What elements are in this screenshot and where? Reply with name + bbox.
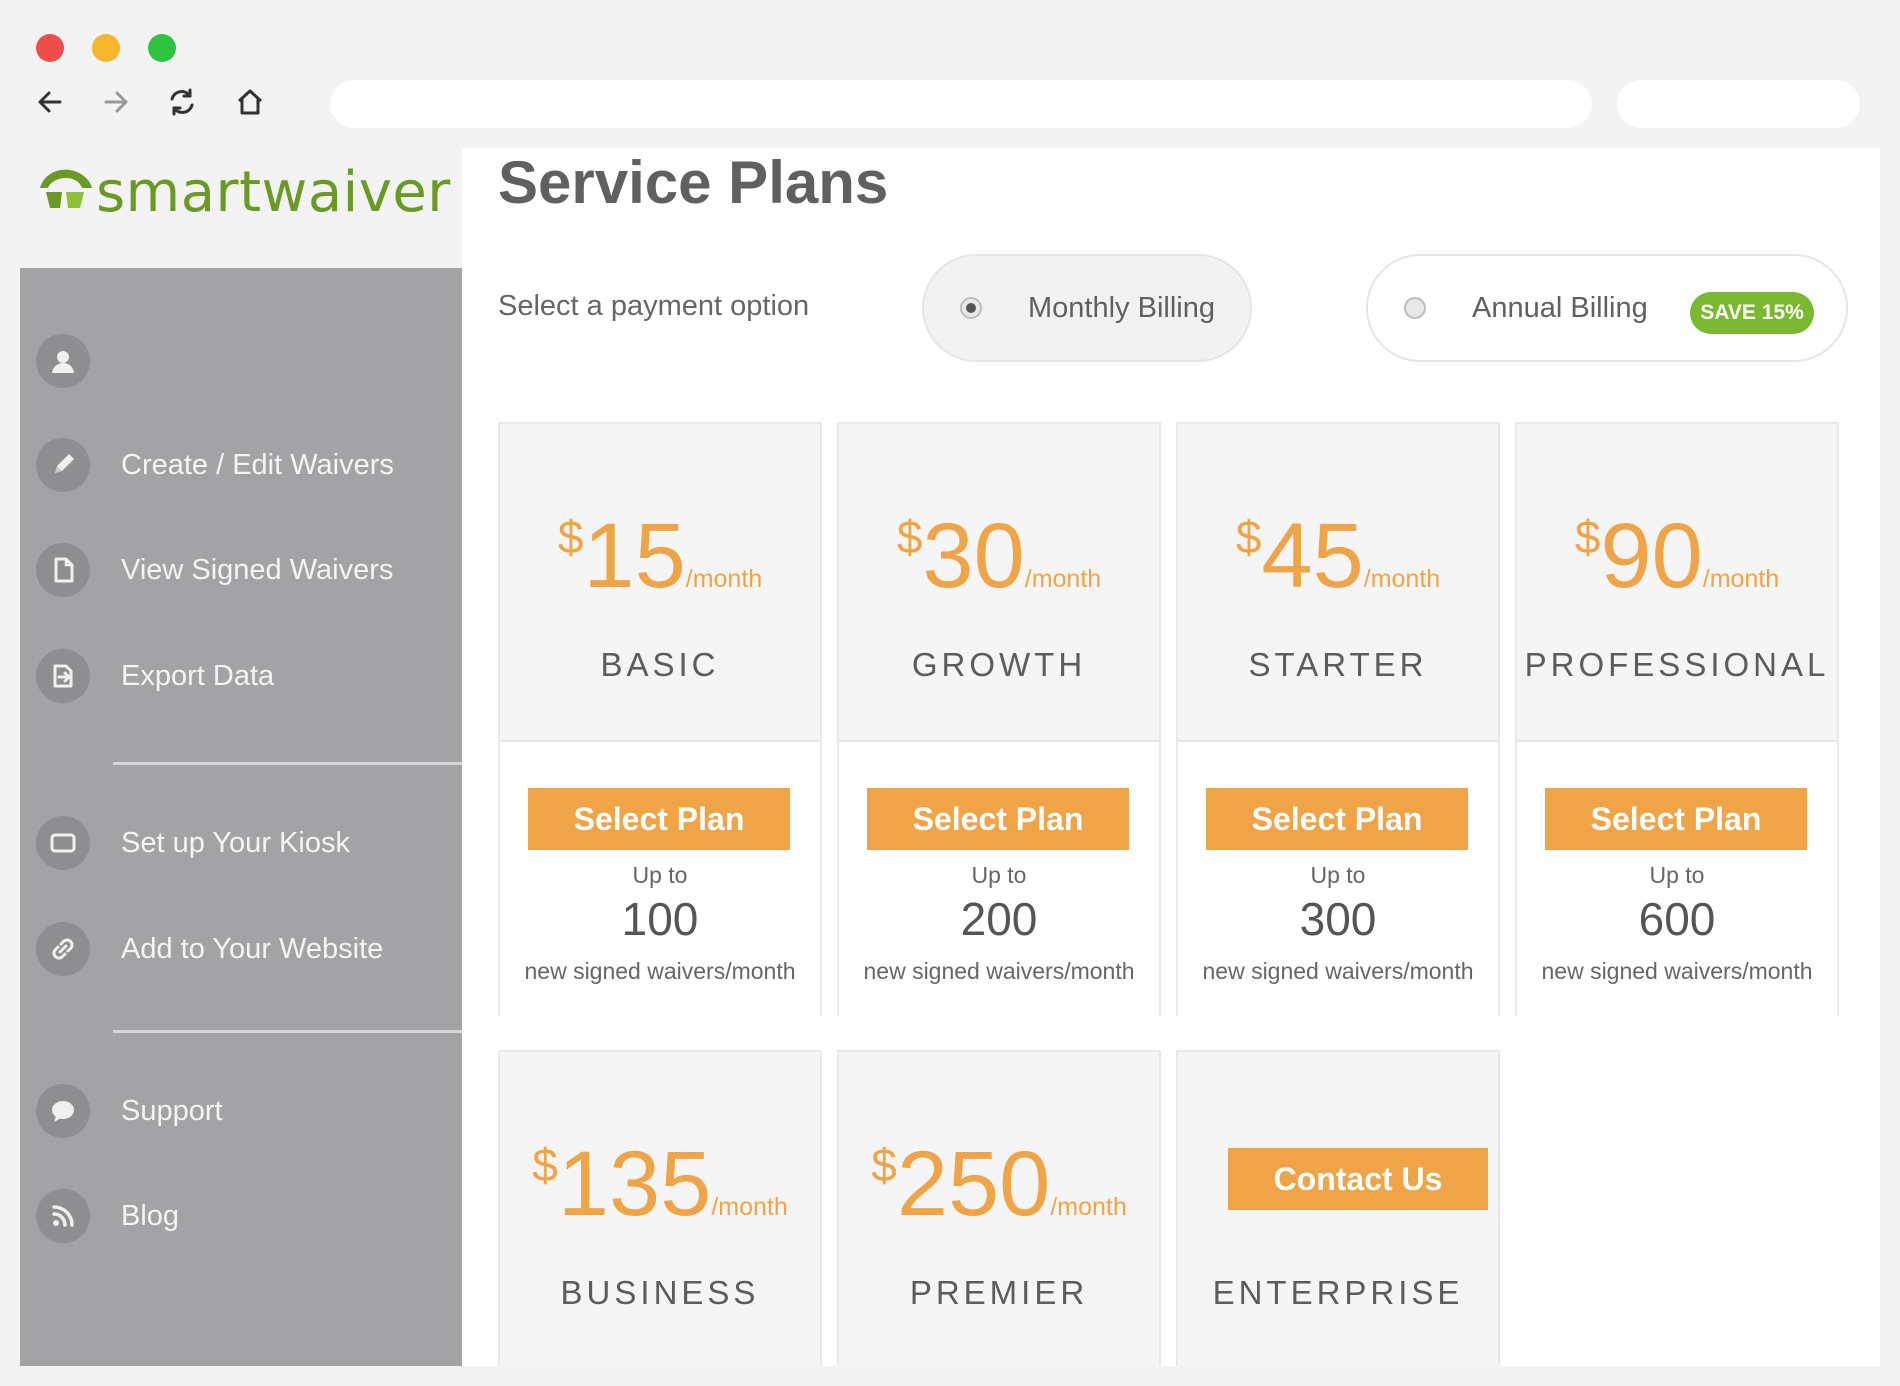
sidebar: smartwaiver Create / Edit Waivers View S… [20, 148, 462, 1366]
plan-price: $90/month [1574, 505, 1780, 607]
reload-icon [170, 88, 194, 116]
arrow-right-icon [104, 91, 128, 113]
home-icon [237, 89, 263, 115]
export-icon [36, 649, 90, 703]
select-plan-button[interactable]: Select Plan [1206, 788, 1468, 850]
plan-limit-prefix: Up to [971, 862, 1027, 888]
forward-button[interactable] [98, 84, 134, 120]
sidebar-item-label: View Signed Waivers [121, 553, 394, 586]
save-badge: SAVE 15% [1690, 292, 1814, 334]
plan-name: BUSINESS [560, 1274, 760, 1311]
plan-name: PREMIER [909, 1274, 1089, 1311]
plan-waiver-count: 100 [621, 893, 699, 945]
contact-us-button[interactable]: Contact Us [1228, 1148, 1488, 1210]
sidebar-divider [113, 1030, 462, 1033]
plan-limit-description: new signed waivers/month [1541, 958, 1813, 984]
pencil-icon [36, 438, 90, 492]
sidebar-item-label: Create / Edit Waivers [121, 448, 394, 481]
select-plan-button[interactable]: Select Plan [1545, 788, 1807, 850]
arrow-left-icon [38, 91, 62, 113]
plan-limit-prefix: Up to [632, 862, 688, 888]
sidebar-item-support[interactable]: Support [20, 1076, 462, 1146]
sidebar-item-label: Set up Your Kiosk [121, 826, 350, 859]
monthly-billing-label: Monthly Billing [1028, 291, 1215, 324]
select-plan-button[interactable]: Select Plan [528, 788, 790, 850]
sidebar-item-export-data[interactable]: Export Data [20, 641, 462, 711]
sidebar-item-label: Add to Your Website [121, 932, 384, 965]
page-viewport: smartwaiver Create / Edit Waivers View S… [20, 148, 1880, 1366]
select-plan-button[interactable]: Select Plan [867, 788, 1129, 850]
browser-search-box[interactable] [1617, 80, 1860, 128]
smartwaiver-logo-icon [40, 169, 92, 208]
sidebar-item-label: Blog [121, 1199, 180, 1232]
sidebar-item-add-to-website[interactable]: Add to Your Website [20, 914, 462, 984]
plan-limit-prefix: Up to [1310, 862, 1366, 888]
document-icon [36, 543, 90, 597]
plan-card-enterprise: Contact Us ENTERPRISE [1176, 1050, 1500, 1366]
plan-limit-description: new signed waivers/month [1202, 958, 1474, 984]
tablet-icon [36, 816, 90, 870]
window-close-button[interactable] [36, 34, 64, 62]
plan-card-premier: $250/month PREMIER [837, 1050, 1161, 1366]
plan-price: $45/month [1235, 505, 1441, 607]
plan-price: $30/month [896, 505, 1102, 607]
logo-text: smartwaiver [96, 160, 451, 225]
logo[interactable]: smartwaiver [20, 148, 462, 268]
plan-card-business: $135/month BUSINESS [498, 1050, 822, 1366]
sidebar-item-blog[interactable]: Blog [20, 1181, 462, 1251]
back-button[interactable] [32, 84, 68, 120]
user-icon [36, 334, 90, 388]
chat-bubble-icon [36, 1084, 90, 1138]
link-icon [36, 922, 90, 976]
plan-waiver-count: 300 [1299, 893, 1377, 945]
plan-name: PROFESSIONAL [1524, 646, 1830, 683]
plan-name: GROWTH [911, 646, 1087, 683]
window-maximize-button[interactable] [148, 34, 176, 62]
plan-card-starter: $45/month STARTER Select Plan Up to 300 … [1176, 422, 1500, 1016]
annual-billing-label: Annual Billing [1472, 291, 1648, 324]
plan-waiver-count: 200 [960, 893, 1038, 945]
home-button[interactable] [232, 84, 268, 120]
plan-price: $250/month [871, 1133, 1127, 1235]
plan-limit-description: new signed waivers/month [524, 958, 796, 984]
payment-option-label: Select a payment option [498, 290, 810, 322]
plan-price: $135/month [532, 1133, 788, 1235]
sidebar-divider [113, 762, 462, 765]
browser-chrome [0, 0, 1900, 148]
plan-name: STARTER [1248, 646, 1428, 683]
plan-card-professional: $90/month PROFESSIONAL Select Plan Up to… [1515, 422, 1839, 1016]
plan-limit-prefix: Up to [1649, 862, 1705, 888]
plan-card-growth: $30/month GROWTH Select Plan Up to 200 n… [837, 422, 1161, 1016]
sidebar-item-label: Support [121, 1094, 223, 1127]
plan-limit-description: new signed waivers/month [863, 958, 1135, 984]
plan-name: BASIC [600, 646, 720, 683]
annual-billing-option[interactable]: Annual Billing SAVE 15% [1366, 254, 1848, 362]
plan-price: $15/month [557, 505, 763, 607]
sidebar-item-label: Export Data [121, 659, 275, 692]
annual-billing-radio[interactable] [1404, 297, 1426, 319]
plan-card-basic: $15/month BASIC Select Plan Up to 100 ne… [498, 422, 822, 1016]
sidebar-item-view-signed-waivers[interactable]: View Signed Waivers [20, 535, 462, 605]
plan-name: ENTERPRISE [1212, 1274, 1464, 1311]
rss-icon [36, 1189, 90, 1243]
plan-waiver-count: 600 [1638, 893, 1716, 945]
sidebar-item-set-up-kiosk[interactable]: Set up Your Kiosk [20, 808, 462, 878]
reload-button[interactable] [164, 84, 200, 120]
page-title: Service Plans [498, 149, 889, 216]
address-bar[interactable] [330, 80, 1592, 128]
window-minimize-button[interactable] [92, 34, 120, 62]
sidebar-item-create-edit-waivers[interactable]: Create / Edit Waivers [20, 430, 462, 500]
monthly-billing-radio[interactable] [960, 297, 982, 319]
monthly-billing-option[interactable]: Monthly Billing [922, 254, 1252, 362]
main-content: Service Plans Select a payment option Mo… [462, 148, 1880, 1366]
sidebar-item-account[interactable] [20, 326, 462, 396]
